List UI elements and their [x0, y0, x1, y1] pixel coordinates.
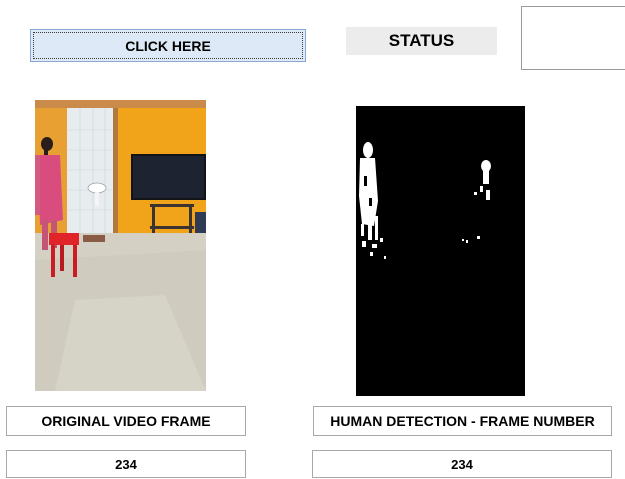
- status-display: [521, 6, 625, 70]
- human-detection-frame: [356, 106, 525, 396]
- detection-frame-title: HUMAN DETECTION - FRAME NUMBER: [313, 406, 612, 436]
- click-here-button[interactable]: CLICK HERE: [30, 29, 306, 62]
- detection-frame-number: 234: [312, 450, 612, 478]
- original-video-frame: [35, 100, 206, 391]
- original-frame-number: 234: [6, 450, 246, 478]
- original-frame-title: ORIGINAL VIDEO FRAME: [6, 406, 246, 436]
- status-label: STATUS: [346, 27, 497, 55]
